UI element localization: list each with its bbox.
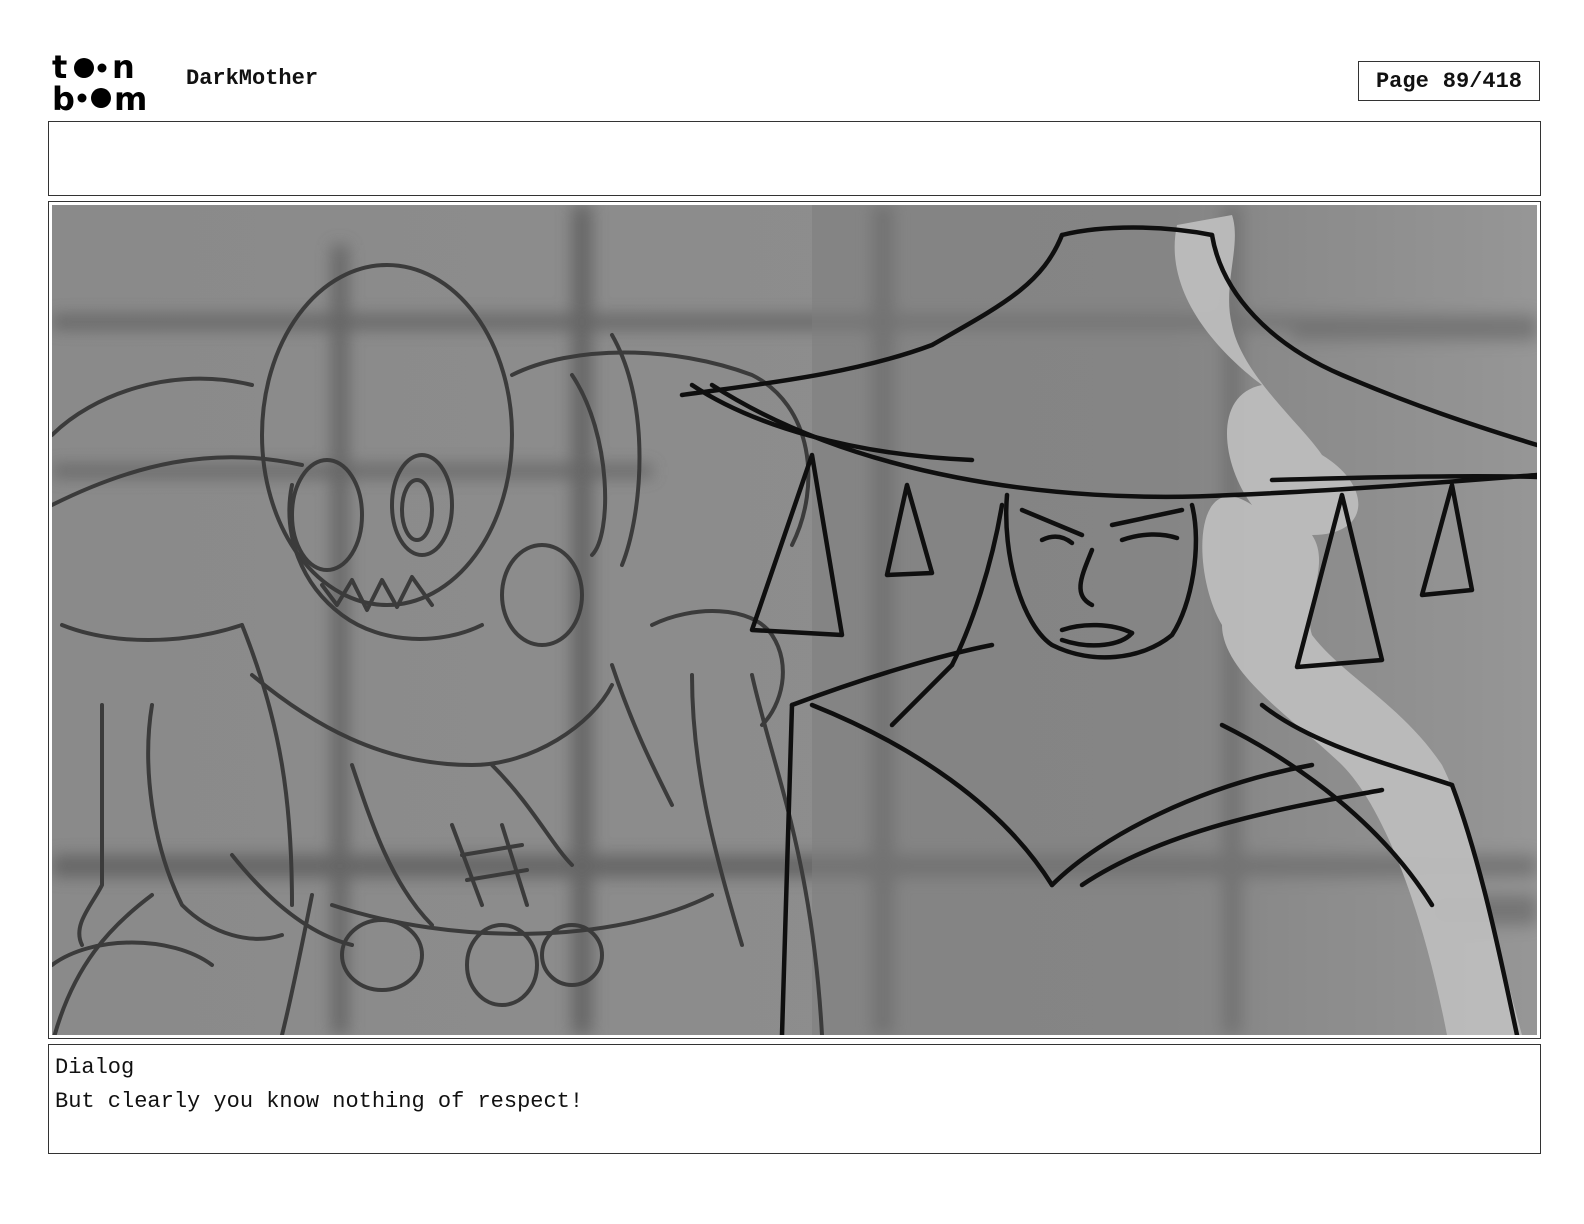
dialog-text: But clearly you know nothing of respect! [55, 1089, 584, 1114]
page-label: Page [1375, 68, 1429, 94]
page-indicator: Page 89/418 [1358, 61, 1540, 101]
project-title: DarkMother [186, 66, 319, 91]
dialog-box: Dialog But clearly you know nothing of r… [48, 1044, 1541, 1154]
page-number: 89/418 [1442, 68, 1523, 94]
svg-text:b: b [52, 80, 75, 112]
notes-box [48, 121, 1541, 196]
dialog-label: Dialog [55, 1055, 135, 1080]
storyboard-panel-image [52, 205, 1537, 1035]
toon-boom-logo: t n b m [52, 50, 147, 112]
svg-text:m: m [114, 80, 147, 112]
